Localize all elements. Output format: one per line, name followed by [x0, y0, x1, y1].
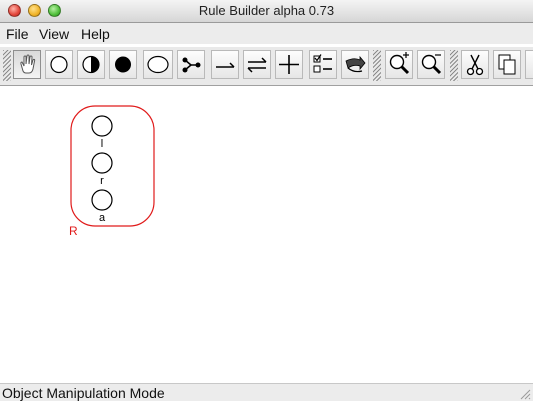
rule-box-button[interactable] [143, 50, 173, 79]
single-arrow-icon [216, 62, 235, 68]
menu-help[interactable]: Help [81, 26, 110, 42]
checklist-icon [313, 54, 332, 73]
node-label: l [101, 138, 103, 150]
double-link-button[interactable] [243, 50, 271, 79]
add-button[interactable] [275, 50, 303, 79]
node-label: r [100, 175, 104, 187]
rule-node[interactable] [91, 152, 113, 174]
cut-button[interactable] [461, 50, 489, 79]
double-arrow-icon [247, 57, 267, 73]
single-link-button[interactable] [211, 50, 239, 79]
empty-node-button[interactable] [45, 50, 73, 79]
toolbar-grip[interactable] [3, 50, 11, 81]
window-title: Rule Builder alpha 0.73 [198, 3, 335, 18]
ellipse-icon [147, 55, 169, 74]
checklist-button[interactable] [309, 50, 337, 79]
zoom-out-icon [421, 54, 442, 75]
status-bar: Object Manipulation Mode [0, 383, 533, 401]
half-node-button[interactable] [77, 50, 105, 79]
branch-button[interactable] [177, 50, 205, 79]
plus-icon [279, 55, 299, 74]
empty-circle-icon [50, 55, 68, 74]
rule-canvas[interactable]: R l r a [0, 86, 533, 382]
filled-node-button[interactable] [109, 50, 137, 79]
toolbar [0, 47, 533, 86]
export-icon [345, 55, 366, 73]
half-circle-icon [82, 55, 100, 74]
filled-circle-icon [115, 56, 131, 73]
toolbar-grip[interactable] [450, 50, 458, 81]
status-text: Object Manipulation Mode [2, 385, 165, 401]
zoom-in-icon [389, 52, 410, 75]
node-label: a [99, 212, 106, 224]
title-bar: Rule Builder alpha 0.73 [0, 0, 533, 23]
rule-box[interactable] [70, 105, 155, 227]
scissors-icon [466, 54, 484, 76]
rule-node[interactable] [91, 189, 113, 211]
copy-icon [498, 54, 516, 75]
hand-tool-button[interactable] [13, 50, 41, 79]
rule-node[interactable] [91, 115, 113, 137]
branch-icon [182, 57, 201, 73]
rule-diagram[interactable]: R l r a [0, 86, 533, 382]
toolbar-overflow[interactable] [525, 50, 533, 79]
menu-file[interactable]: File [6, 26, 29, 42]
menu-view[interactable]: View [39, 26, 69, 42]
zoom-out-button[interactable] [417, 50, 445, 79]
menu-bar: File View Help [0, 23, 533, 44]
toolbar-grip[interactable] [373, 50, 381, 81]
zoom-in-button[interactable] [385, 50, 413, 79]
hand-icon [20, 54, 36, 74]
resize-grip-icon[interactable] [519, 388, 531, 400]
copy-button[interactable] [493, 50, 521, 79]
export-button[interactable] [341, 50, 369, 79]
rule-label: R [69, 224, 78, 238]
